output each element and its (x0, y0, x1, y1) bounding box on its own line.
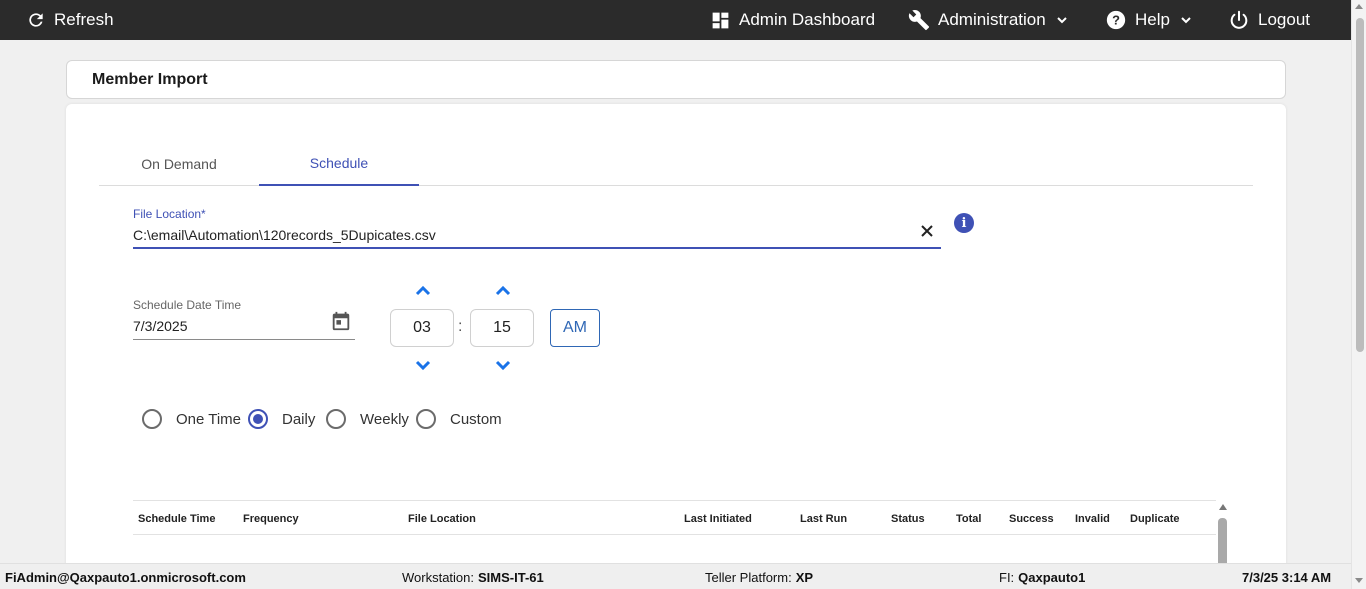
workstation-label: Workstation: (402, 569, 475, 585)
chevron-down-icon (1181, 17, 1191, 24)
logout-button[interactable]: Logout (1228, 0, 1310, 40)
member-import-panel: On Demand Schedule File Location* C:\ema… (66, 104, 1286, 574)
column-header[interactable]: Last Initiated (684, 501, 752, 536)
column-header[interactable]: Status (891, 501, 925, 536)
radio-label: Custom (450, 410, 502, 428)
radio-daily[interactable]: Daily (248, 409, 315, 429)
svg-text:?: ? (1112, 13, 1120, 28)
clear-icon[interactable] (920, 224, 934, 238)
radio-label: Weekly (360, 410, 409, 428)
tab-schedule[interactable]: Schedule (259, 142, 419, 186)
radio-circle (326, 409, 346, 429)
radio-circle (142, 409, 162, 429)
column-header[interactable]: Success (1009, 501, 1054, 536)
column-header[interactable]: Frequency (243, 501, 299, 536)
refresh-button[interactable]: Refresh (26, 0, 114, 40)
page-title: Member Import (92, 70, 208, 88)
schedule-date-label: Schedule Date Time (133, 298, 242, 312)
minute-input[interactable]: 15 (470, 309, 534, 347)
radio-one-time[interactable]: One Time (142, 409, 241, 429)
radio-custom[interactable]: Custom (416, 409, 502, 429)
radio-circle (248, 409, 268, 429)
radio-label: One Time (176, 410, 242, 428)
tab-on-demand[interactable]: On Demand (99, 142, 259, 186)
teller-platform-info: Teller Platform: XP (705, 564, 813, 589)
scroll-thumb[interactable] (1356, 18, 1364, 352)
column-header[interactable]: Total (956, 501, 981, 536)
scroll-down-icon[interactable] (1355, 578, 1363, 583)
hour-increment-icon[interactable] (414, 285, 432, 297)
am-pm-toggle[interactable]: AM (550, 309, 600, 347)
power-icon (1230, 10, 1248, 29)
schedule-table-header: Schedule Time Frequency File Location La… (133, 500, 1216, 535)
minute-decrement-icon[interactable] (494, 359, 512, 371)
refresh-label: Refresh (54, 10, 114, 29)
status-datetime: 7/3/25 3:14 AM (1242, 569, 1332, 585)
admin-dashboard-link[interactable]: Admin Dashboard (710, 0, 875, 40)
column-header[interactable]: Last Run (800, 501, 847, 536)
page-title-card: Member Import (66, 60, 1286, 99)
page-scrollbar[interactable] (1351, 0, 1366, 589)
scroll-up-icon[interactable] (1355, 4, 1363, 9)
teller-platform-label: Teller Platform: (705, 569, 792, 585)
wrench-icon (908, 10, 930, 31)
user-account: FiAdmin@Qaxpauto1.onmicrosoft.com (5, 569, 246, 585)
hour-decrement-icon[interactable] (414, 359, 432, 371)
time-separator: : (458, 318, 463, 335)
teller-platform-value: XP (795, 569, 814, 585)
chevron-down-icon (1057, 17, 1067, 24)
help-label: Help (1135, 10, 1170, 29)
file-location-input[interactable]: C:\email\Automation\120records_5Dupicate… (133, 222, 941, 249)
file-location-label: File Location* (133, 207, 206, 221)
calendar-icon[interactable] (330, 310, 352, 332)
column-header[interactable]: Schedule Time (138, 501, 215, 536)
scroll-up-icon[interactable] (1219, 504, 1227, 510)
help-menu[interactable]: ? Help (1105, 0, 1192, 40)
minute-increment-icon[interactable] (494, 285, 512, 297)
workstation-info: Workstation: SIMS-IT-61 (402, 564, 544, 589)
radio-label: Daily (282, 410, 316, 428)
fi-label: FI: (999, 569, 1015, 585)
fi-info: FI: Qaxpauto1 (999, 564, 1085, 589)
info-icon[interactable]: i (954, 213, 974, 233)
dashboard-icon (712, 12, 729, 28)
administration-menu[interactable]: Administration (908, 0, 1068, 40)
administration-label: Administration (938, 10, 1046, 29)
radio-weekly[interactable]: Weekly (326, 409, 409, 429)
help-icon: ? (1106, 10, 1126, 30)
refresh-icon (29, 13, 43, 27)
admin-dashboard-label: Admin Dashboard (739, 10, 876, 29)
column-header[interactable]: File Location (408, 501, 476, 536)
workstation-value: SIMS-IT-61 (478, 569, 544, 585)
column-header[interactable]: Invalid (1075, 501, 1110, 536)
radio-circle (416, 409, 436, 429)
status-bar: FiAdmin@Qaxpauto1.onmicrosoft.com Workst… (0, 563, 1351, 589)
fi-value: Qaxpauto1 (1018, 569, 1086, 585)
schedule-date-input[interactable]: 7/3/2025 (133, 312, 355, 340)
column-header[interactable]: Duplicate (1130, 501, 1180, 536)
hour-input[interactable]: 03 (390, 309, 454, 347)
top-nav-bar: Refresh Admin Dashboard Administration ?… (0, 0, 1366, 40)
logout-label: Logout (1258, 10, 1310, 29)
tab-bar: On Demand Schedule (99, 142, 1253, 186)
